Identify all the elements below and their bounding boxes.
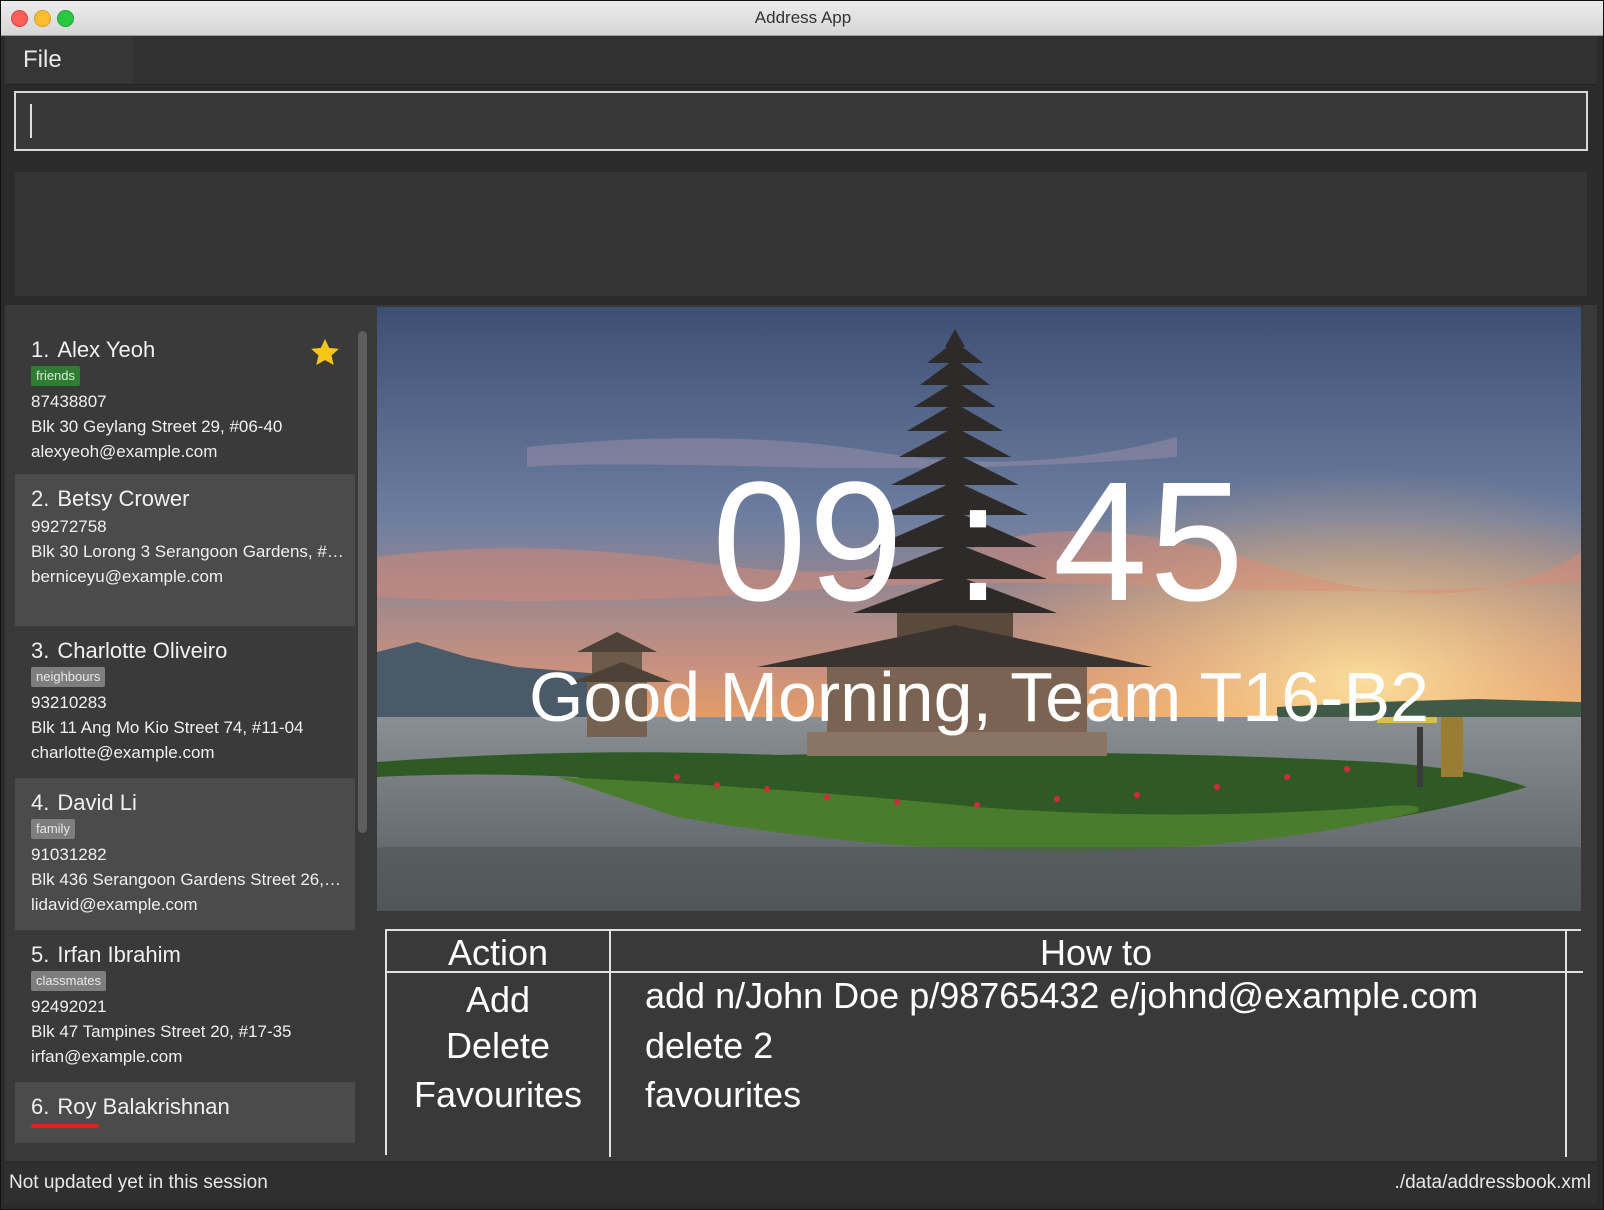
person-card[interactable]: 6. Roy Balakrishnan xyxy=(15,1082,355,1143)
person-card[interactable]: 2. Betsy Crower 99272758 Blk 30 Lorong 3 … xyxy=(15,474,355,626)
person-name: Irfan Ibrahim xyxy=(57,942,181,967)
help-howto-favourites: favourites xyxy=(645,1074,802,1115)
header-action: Action xyxy=(447,932,549,973)
person-name-line: 5. Irfan Ibrahim xyxy=(31,940,355,970)
person-name: Alex Yeoh xyxy=(57,337,156,362)
dashboard-panel: 09 : 45 Good Morning, Team T16-B2 xyxy=(377,307,1581,911)
menu-bar: File xyxy=(5,36,1597,85)
person-email: alexyeoh@example.com xyxy=(31,442,218,461)
status-bar: Not updated yet in this session ./data/a… xyxy=(5,1163,1597,1203)
person-address: Blk 30 Lorong 3 Serangoon Gardens, #07-1… xyxy=(31,542,345,561)
tag-badge: family xyxy=(31,819,75,839)
person-phone: 93210283 xyxy=(31,693,107,712)
person-address: Blk 436 Serangoon Gardens Street 26, #16… xyxy=(31,870,345,889)
person-name: Charlotte Oliveiro xyxy=(57,638,228,663)
address-app-window: Address App File 1. Alex Yeoh friends 874… xyxy=(0,0,1604,1210)
text-caret xyxy=(30,104,32,138)
person-email: berniceyu@example.com xyxy=(31,567,224,586)
tag-badge: neighbours xyxy=(31,667,106,687)
person-phone: 92492021 xyxy=(31,997,107,1016)
clock-display: 09 : 45 xyxy=(712,447,1246,637)
person-index: 6. xyxy=(31,1094,50,1119)
help-action-delete: Delete xyxy=(445,1025,551,1066)
title-bar: Address App xyxy=(1,1,1603,36)
person-address: Blk 47 Tampines Street 20, #17-35 xyxy=(31,1022,292,1041)
tag-badge: friends xyxy=(31,366,81,386)
save-location: ./data/addressbook.xml xyxy=(1394,1172,1591,1193)
person-list[interactable]: 1. Alex Yeoh friends 87438807 Blk 30 Geyl… xyxy=(15,325,355,1143)
person-name-line: 1. Alex Yeoh xyxy=(31,335,355,365)
star-icon[interactable] xyxy=(309,337,341,369)
person-phone: 91031282 xyxy=(31,845,107,864)
help-action-add: Add xyxy=(465,979,531,1020)
person-index: 5. xyxy=(31,942,50,967)
command-input[interactable] xyxy=(24,99,1578,145)
person-name: David Li xyxy=(57,790,137,815)
person-card[interactable]: 1. Alex Yeoh friends 87438807 Blk 30 Geyl… xyxy=(15,325,355,474)
window-title: Address App xyxy=(754,8,852,27)
person-name-line: 2. Betsy Crower xyxy=(31,484,355,514)
person-email: charlotte@example.com xyxy=(31,743,215,762)
person-address: Blk 11 Ang Mo Kio Street 74, #11-04 xyxy=(31,718,304,737)
person-phone: 99272758 xyxy=(31,517,107,536)
help-howto-add: add n/John Doe p/98765432 e/johnd@exampl… xyxy=(645,975,1479,1016)
command-help-table: Action How to Add add n/John Doe p/98765… xyxy=(385,929,1583,1157)
tag-badge: classmates xyxy=(31,971,107,991)
person-index: 4. xyxy=(31,790,50,815)
person-name: Betsy Crower xyxy=(57,486,190,511)
spellcheck-underline xyxy=(31,1124,99,1128)
person-name: Roy Balakrishnan xyxy=(57,1094,230,1119)
header-howto: How to xyxy=(1039,932,1153,973)
result-display[interactable] xyxy=(14,171,1588,297)
person-card[interactable]: 4. David Li family 91031282 Blk 436 Seran… xyxy=(15,778,355,930)
list-scrollbar-thumb[interactable] xyxy=(358,331,367,833)
help-howto-delete: delete 2 xyxy=(645,1025,774,1066)
help-action-favourites: Favourites xyxy=(413,1074,583,1115)
person-index: 1. xyxy=(31,337,50,362)
person-phone: 87438807 xyxy=(31,392,107,411)
person-email: lidavid@example.com xyxy=(31,895,198,914)
person-name-line: 4. David Li xyxy=(31,788,355,818)
person-address: Blk 30 Geylang Street 29, #06-40 xyxy=(31,417,283,436)
person-index: 2. xyxy=(31,486,50,511)
person-card[interactable]: 3. Charlotte Oliveiro neighbours 93210283… xyxy=(15,626,355,778)
menu-file[interactable]: File xyxy=(5,36,133,84)
person-email: irfan@example.com xyxy=(31,1047,183,1066)
sync-status: Not updated yet in this session xyxy=(9,1172,268,1193)
greeting-text: Good Morning, Team T16-B2 xyxy=(528,658,1430,736)
person-name-line: 6. Roy Balakrishnan xyxy=(31,1092,355,1122)
command-box[interactable] xyxy=(14,91,1588,151)
person-card[interactable]: 5. Irfan Ibrahim classmates 92492021 Blk … xyxy=(15,930,355,1082)
person-name-line: 3. Charlotte Oliveiro xyxy=(31,636,355,666)
person-index: 3. xyxy=(31,638,50,663)
